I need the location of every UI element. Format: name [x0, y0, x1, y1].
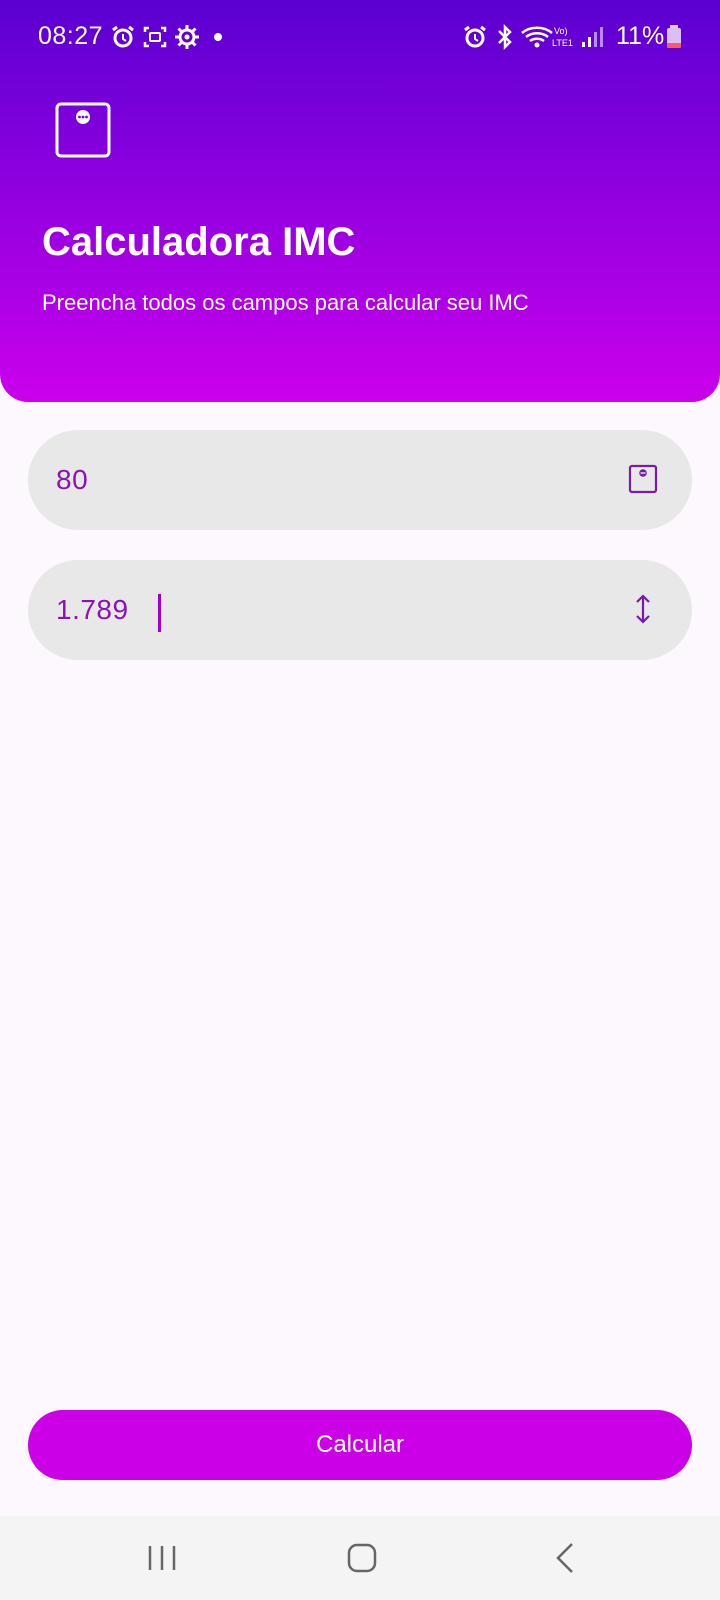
home-icon[interactable]: [340, 1536, 384, 1580]
calculate-button[interactable]: Calcular: [28, 1410, 692, 1480]
scale-icon: [55, 102, 111, 158]
weight-field[interactable]: [28, 430, 692, 530]
notification-dot: [214, 33, 222, 41]
page-title: Calculadora IMC: [42, 220, 356, 264]
volte-icon: Vo) LTE1: [552, 26, 573, 48]
weight-input[interactable]: [56, 456, 596, 504]
recent-apps-icon[interactable]: [140, 1536, 184, 1580]
battery-percentage: 11%: [616, 22, 665, 50]
screen-capture-icon: [143, 26, 167, 48]
text-cursor: [158, 594, 161, 632]
alarm-icon: [464, 25, 486, 48]
bluetooth-icon: [498, 24, 512, 50]
wifi-icon: [521, 26, 553, 48]
height-field[interactable]: [28, 560, 692, 660]
svg-text:LTE1: LTE1: [552, 38, 573, 48]
alarm-icon: [112, 25, 134, 48]
back-icon[interactable]: [544, 1536, 588, 1580]
signal-icon: [582, 27, 603, 47]
page-subtitle: Preencha todos os campos para calcular s…: [42, 290, 529, 315]
gear-icon: [175, 25, 199, 49]
vertical-arrows-icon: [636, 594, 650, 624]
header: 08:27 Vo) LTE1 11% Calculadora IMC Preen…: [0, 0, 720, 402]
battery-icon: [667, 25, 681, 48]
status-bar: 08:27 Vo) LTE1 11%: [0, 0, 720, 72]
svg-text:Vo): Vo): [554, 26, 568, 36]
height-input[interactable]: [56, 586, 596, 634]
status-time: 08:27: [38, 22, 104, 50]
screen: 08:27 Vo) LTE1 11% Calculadora IMC Preen…: [0, 0, 720, 1600]
navigation-bar: [0, 1516, 720, 1600]
scale-icon: [628, 464, 658, 494]
